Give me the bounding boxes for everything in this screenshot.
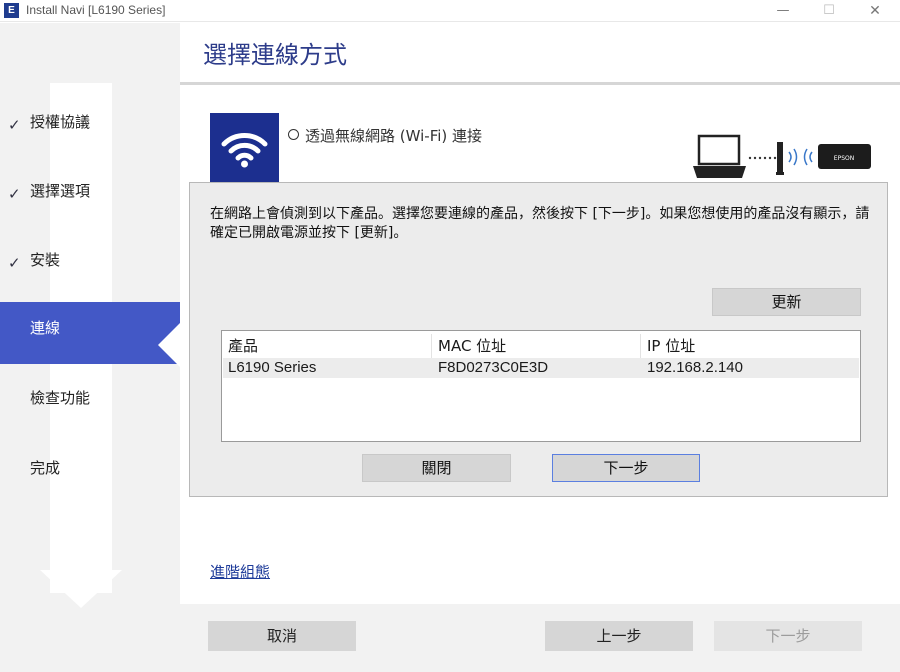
- sidebar-step-connect: 連線: [0, 302, 180, 367]
- wireless-signal-icon: [788, 148, 813, 166]
- dialog-message: 在網路上會偵測到以下產品。選擇您要連線的產品，然後按下 [下一步]。如果您想使用…: [210, 206, 870, 241]
- dialog-next-button[interactable]: 下一步: [552, 454, 700, 482]
- printer-brand-label: EPSON: [834, 155, 854, 162]
- sidebar-step-label: 連線: [30, 319, 61, 337]
- close-window-button[interactable]: ✕: [852, 0, 898, 22]
- column-header-ip[interactable]: IP 位址: [641, 334, 859, 358]
- sidebar-step-label: 檢查功能: [30, 389, 91, 407]
- wifi-option-label[interactable]: 透過無線網路 (Wi-Fi) 連接: [305, 125, 482, 146]
- sidebar-step-finish: 完成: [0, 442, 180, 504]
- sidebar-step-license: ✓ 授權協議: [0, 96, 180, 158]
- sidebar-step-label: 授權協議: [30, 113, 91, 131]
- connection-diagram-illustration: EPSON: [693, 134, 871, 178]
- footer-bar: 取消 上一步 下一步: [180, 604, 900, 672]
- dotted-cable: [748, 156, 777, 160]
- back-button[interactable]: 上一步: [545, 621, 693, 651]
- sidebar-step-label: 安裝: [30, 251, 61, 269]
- column-header-mac[interactable]: MAC 位址: [432, 334, 641, 358]
- advanced-configuration-link[interactable]: 進階組態: [210, 561, 270, 582]
- window-title: Install Navi [L6190 Series]: [26, 3, 166, 17]
- column-header-product[interactable]: 產品: [222, 334, 432, 358]
- product-table: 產品 MAC 位址 IP 位址 L6190 Series F8D0273C0E3…: [221, 330, 861, 442]
- laptop-icon: [693, 134, 746, 178]
- check-icon: ✓: [8, 185, 21, 203]
- progress-arrow-head: [40, 570, 122, 608]
- refresh-button[interactable]: 更新: [712, 288, 861, 316]
- sidebar-step-check-functions: 檢查功能: [0, 372, 180, 434]
- table-cell-product[interactable]: L6190 Series: [222, 358, 432, 378]
- sidebar: ✓ 授權協議 ✓ 選擇選項 ✓ 安裝 連線 檢查功能 完成: [0, 23, 180, 672]
- page-title: 選擇連線方式: [203, 41, 347, 69]
- product-select-dialog: 在網路上會偵測到以下產品。選擇您要連線的產品，然後按下 [下一步]。如果您想使用…: [189, 182, 888, 497]
- title-divider: [180, 82, 900, 85]
- wifi-icon: [210, 113, 279, 182]
- sidebar-step-label: 完成: [30, 459, 61, 477]
- title-bar: E Install Navi [L6190 Series] — ☐ ✕: [0, 0, 900, 22]
- router-icon: [776, 142, 784, 175]
- cancel-button[interactable]: 取消: [208, 621, 356, 651]
- check-icon: ✓: [8, 116, 21, 134]
- maximize-button[interactable]: ☐: [806, 0, 852, 22]
- dialog-close-button[interactable]: 關閉: [362, 454, 511, 482]
- app-icon: E: [4, 3, 19, 18]
- sidebar-step-options: ✓ 選擇選項: [0, 165, 180, 227]
- minimize-button[interactable]: —: [760, 0, 806, 22]
- sidebar-step-install: ✓ 安裝: [0, 234, 180, 296]
- table-cell-mac[interactable]: F8D0273C0E3D: [432, 358, 641, 378]
- sidebar-step-label: 選擇選項: [30, 182, 91, 200]
- check-icon: ✓: [8, 254, 21, 272]
- table-cell-ip[interactable]: 192.168.2.140: [641, 358, 859, 378]
- next-button-disabled: 下一步: [714, 621, 862, 651]
- wifi-option-radio[interactable]: [288, 129, 299, 140]
- printer-icon: EPSON: [818, 144, 871, 169]
